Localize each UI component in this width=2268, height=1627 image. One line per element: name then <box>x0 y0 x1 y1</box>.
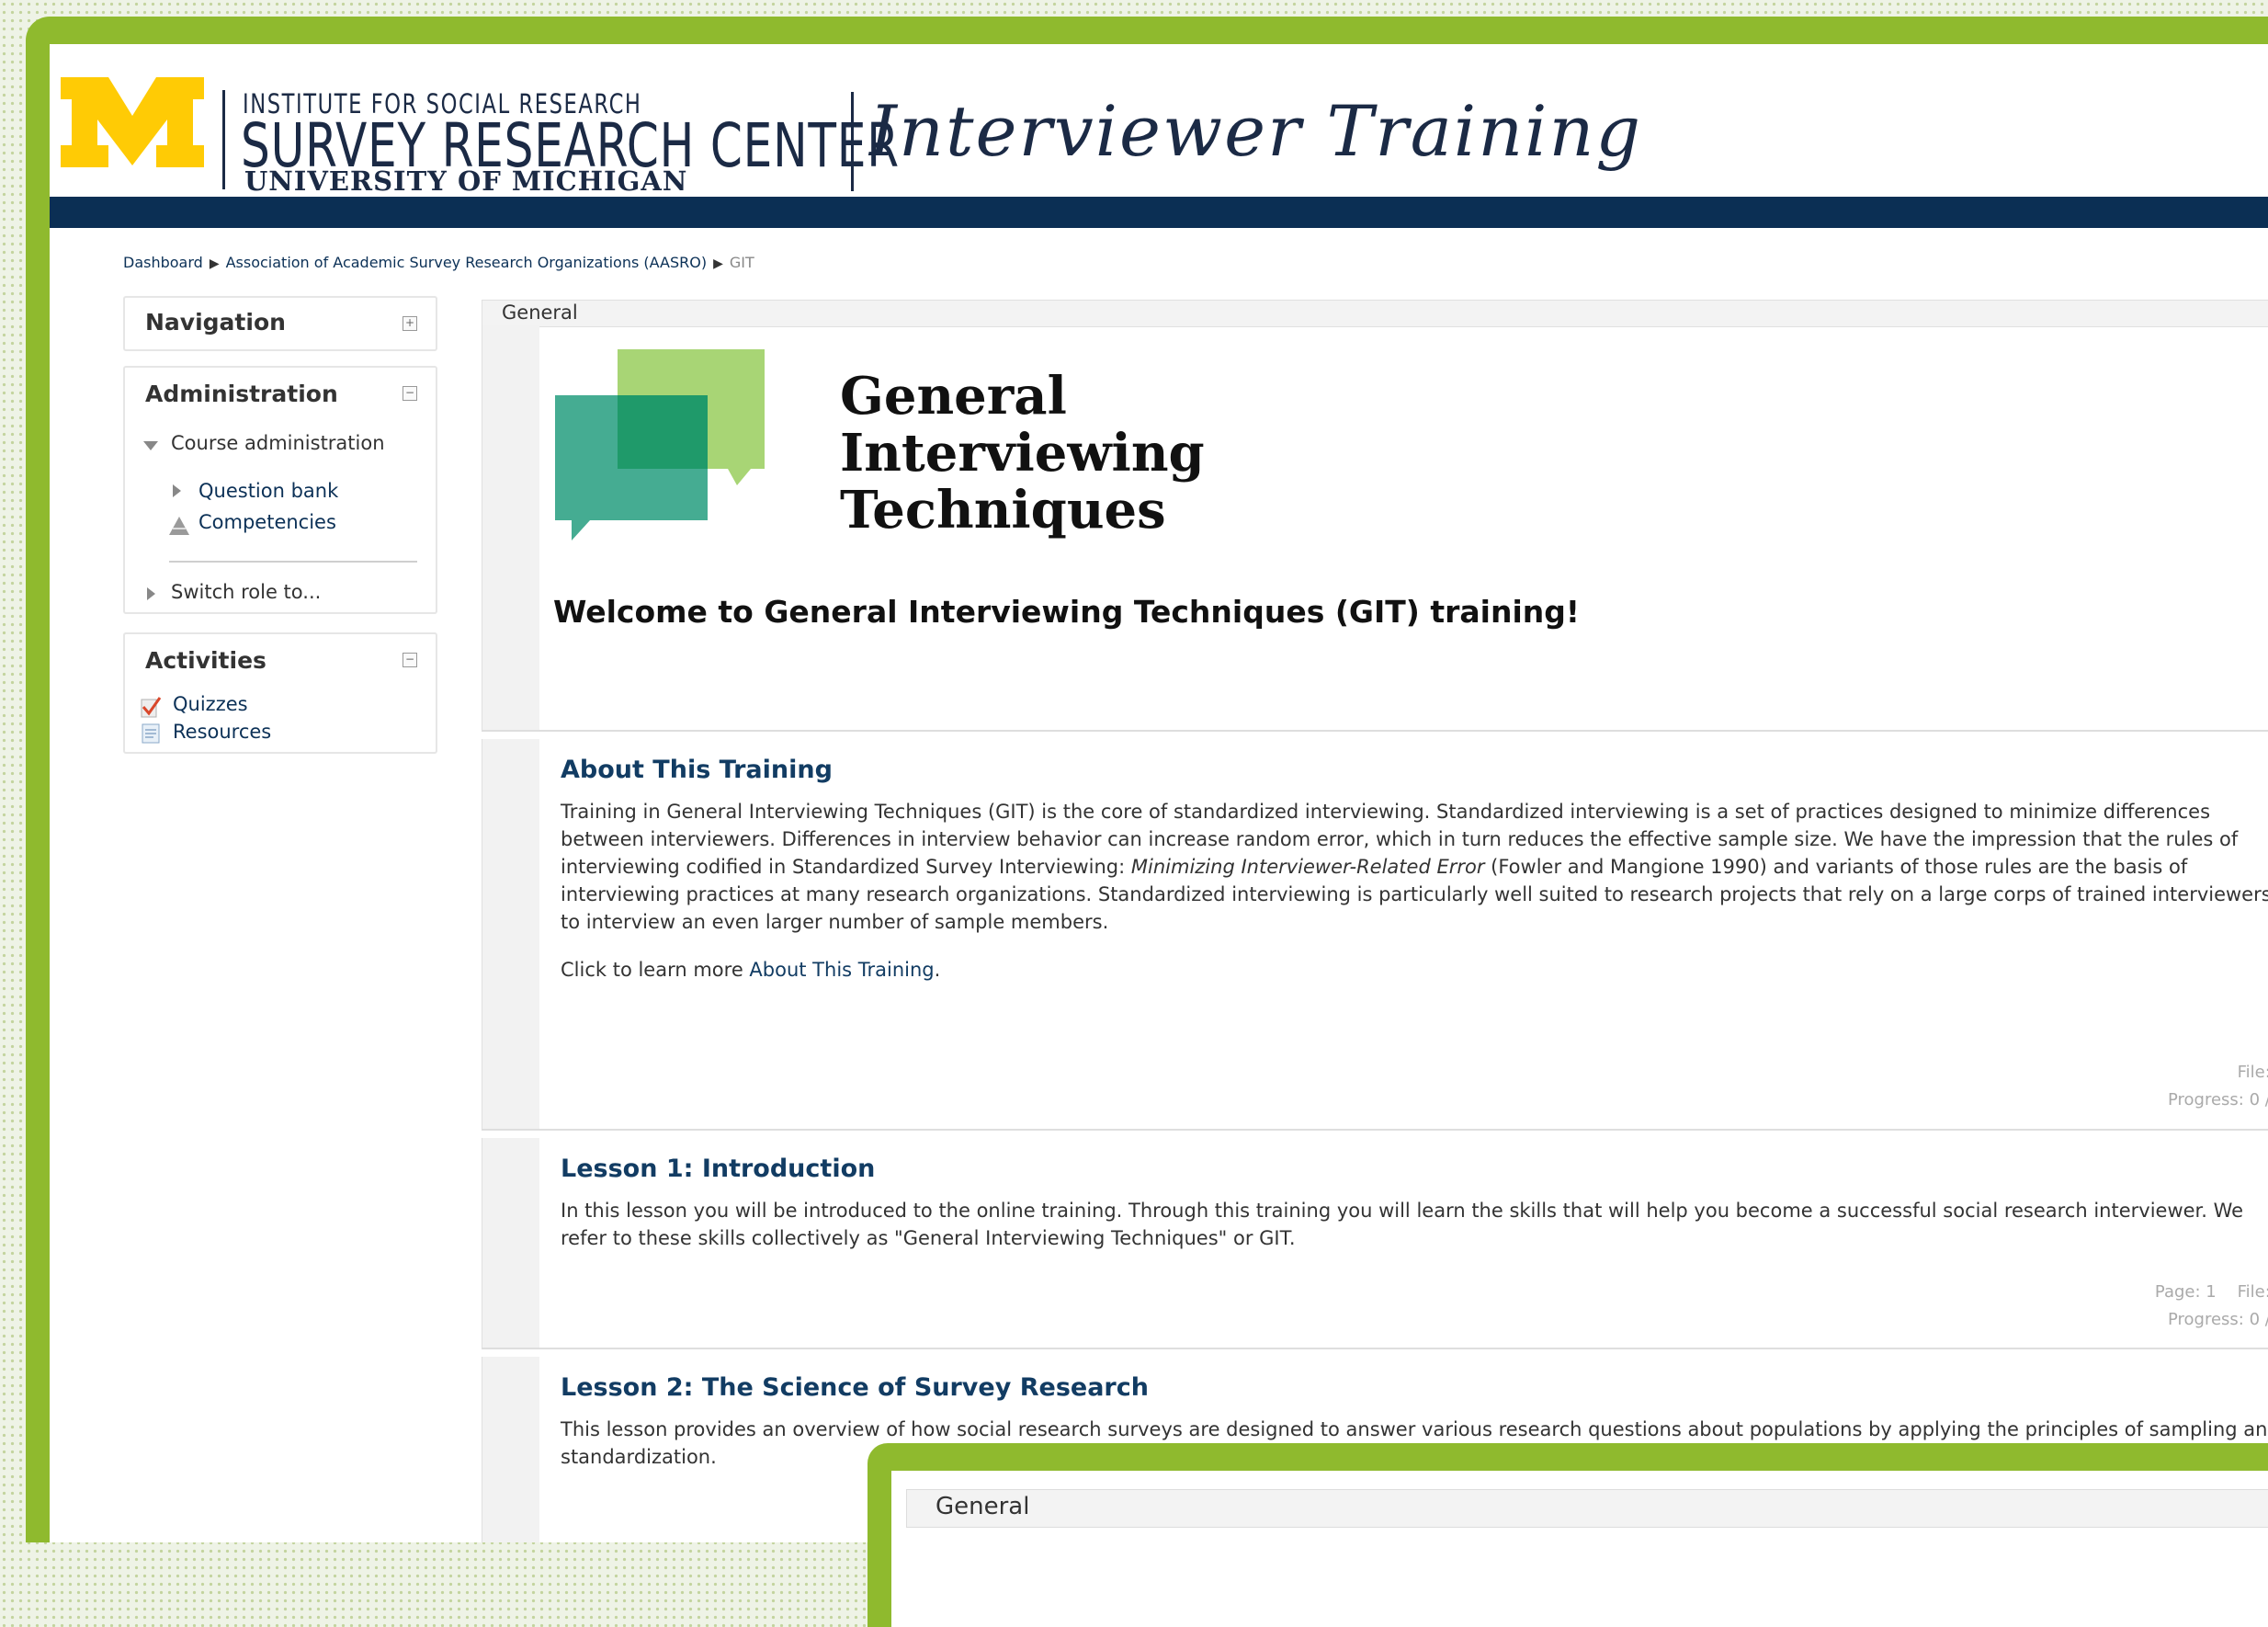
breadcrumb-dashboard[interactable]: Dashboard <box>123 254 203 271</box>
navigation-title[interactable]: Navigation <box>145 309 286 336</box>
logo-title-line: General <box>840 366 1067 427</box>
collapse-icon[interactable]: − <box>403 653 417 667</box>
second-browser-frame: General <box>868 1443 2268 1627</box>
general-header-bar <box>906 1489 2268 1528</box>
university-name: UNIVERSITY OF MICHIGAN <box>244 165 688 197</box>
learn-more-text: Click to learn more <box>561 959 750 981</box>
page-window: INSTITUTE FOR SOCIAL RESEARCH SURVEY RES… <box>50 44 2268 1542</box>
course-administration-link[interactable]: Course administration <box>171 432 385 454</box>
resources-link[interactable]: Resources <box>173 721 271 743</box>
general-header-bar <box>482 300 2268 327</box>
section-title-lesson-1[interactable]: Lesson 1: Introduction <box>561 1155 875 1183</box>
competencies-icon <box>169 517 189 535</box>
page-count: Page: 1 <box>2154 1282 2217 1302</box>
section-divider <box>482 1129 2268 1131</box>
section-summary-lesson-1: In this lesson you will be introduced to… <box>561 1200 2244 1249</box>
about-training-link[interactable]: About This Training <box>749 959 934 981</box>
section-gutter <box>482 325 539 730</box>
logo-title-line: Interviewing <box>840 423 1205 484</box>
breadcrumb-separator: ▶ <box>209 256 220 271</box>
block-m-logo <box>61 77 204 167</box>
section-divider <box>482 730 2268 732</box>
breadcrumb-git[interactable]: GIT <box>730 254 754 271</box>
header-bar <box>50 197 2268 228</box>
question-bank-link[interactable]: Question bank <box>198 480 338 502</box>
expand-icon[interactable]: + <box>403 316 417 331</box>
book-title: Minimizing Interviewer-Related Error <box>1130 856 1485 878</box>
navigation-block: Navigation + <box>123 296 437 351</box>
general-section-label: General <box>502 302 578 324</box>
file-count: File: 1 <box>2237 1282 2268 1302</box>
second-page-window: General <box>891 1471 2268 1627</box>
menu-divider <box>169 561 417 563</box>
administration-title[interactable]: Administration <box>145 381 338 407</box>
activities-title[interactable]: Activities <box>145 647 266 674</box>
progress-indicator: Progress: 0 / 1 <box>2167 1090 2268 1109</box>
logo-divider <box>222 90 225 189</box>
learn-more-text: . <box>934 959 941 981</box>
section-title-lesson-2[interactable]: Lesson 2: The Science of Survey Research <box>561 1373 1149 1402</box>
switch-role-link[interactable]: Switch role to... <box>171 581 321 603</box>
logo-title-line: Techniques <box>840 480 1166 540</box>
general-section-label: General <box>936 1493 1030 1520</box>
title-divider <box>851 92 854 191</box>
section-title-about[interactable]: About This Training <box>561 756 833 784</box>
resource-icon <box>142 723 160 744</box>
expanded-arrow-icon[interactable] <box>143 441 158 450</box>
collapsed-arrow-icon[interactable] <box>147 587 155 600</box>
site-header: INSTITUTE FOR SOCIAL RESEARCH SURVEY RES… <box>50 44 2268 197</box>
section-gutter <box>482 1357 539 1542</box>
quiz-icon <box>141 697 162 718</box>
speech-bubbles-icon <box>555 349 765 540</box>
file-count: File: 1 <box>2237 1063 2268 1082</box>
administration-block: Administration − Course administration Q… <box>123 366 437 614</box>
learn-more-line: Click to learn more About This Training. <box>561 956 2268 984</box>
quizzes-link[interactable]: Quizzes <box>173 693 248 715</box>
section-gutter <box>482 1138 539 1348</box>
activities-block: Activities − Quizzes Resources <box>123 632 437 754</box>
competencies-link[interactable]: Competencies <box>198 511 336 533</box>
page-file-count: Page: 1 File: 1 <box>2155 1282 2268 1302</box>
section-gutter <box>482 739 539 1129</box>
section-summary-about: Training in General Interviewing Techniq… <box>561 798 2268 936</box>
collapsed-arrow-icon[interactable] <box>173 484 181 497</box>
collapse-icon[interactable]: − <box>403 386 417 401</box>
welcome-heading: Welcome to General Interviewing Techniqu… <box>553 594 1580 630</box>
section-divider <box>482 1348 2268 1349</box>
breadcrumb: Dashboard ▶ Association of Academic Survey… <box>123 254 754 271</box>
browser-frame: INSTITUTE FOR SOCIAL RESEARCH SURVEY RES… <box>26 17 2268 1542</box>
site-title[interactable]: Interviewer Training <box>869 90 1642 172</box>
breadcrumb-separator: ▶ <box>713 256 723 271</box>
breadcrumb-aasro[interactable]: Association of Academic Survey Research … <box>226 254 708 271</box>
course-logo-title: General Interviewing Techniques <box>840 368 1205 539</box>
progress-indicator: Progress: 0 / 2 <box>2167 1310 2268 1329</box>
